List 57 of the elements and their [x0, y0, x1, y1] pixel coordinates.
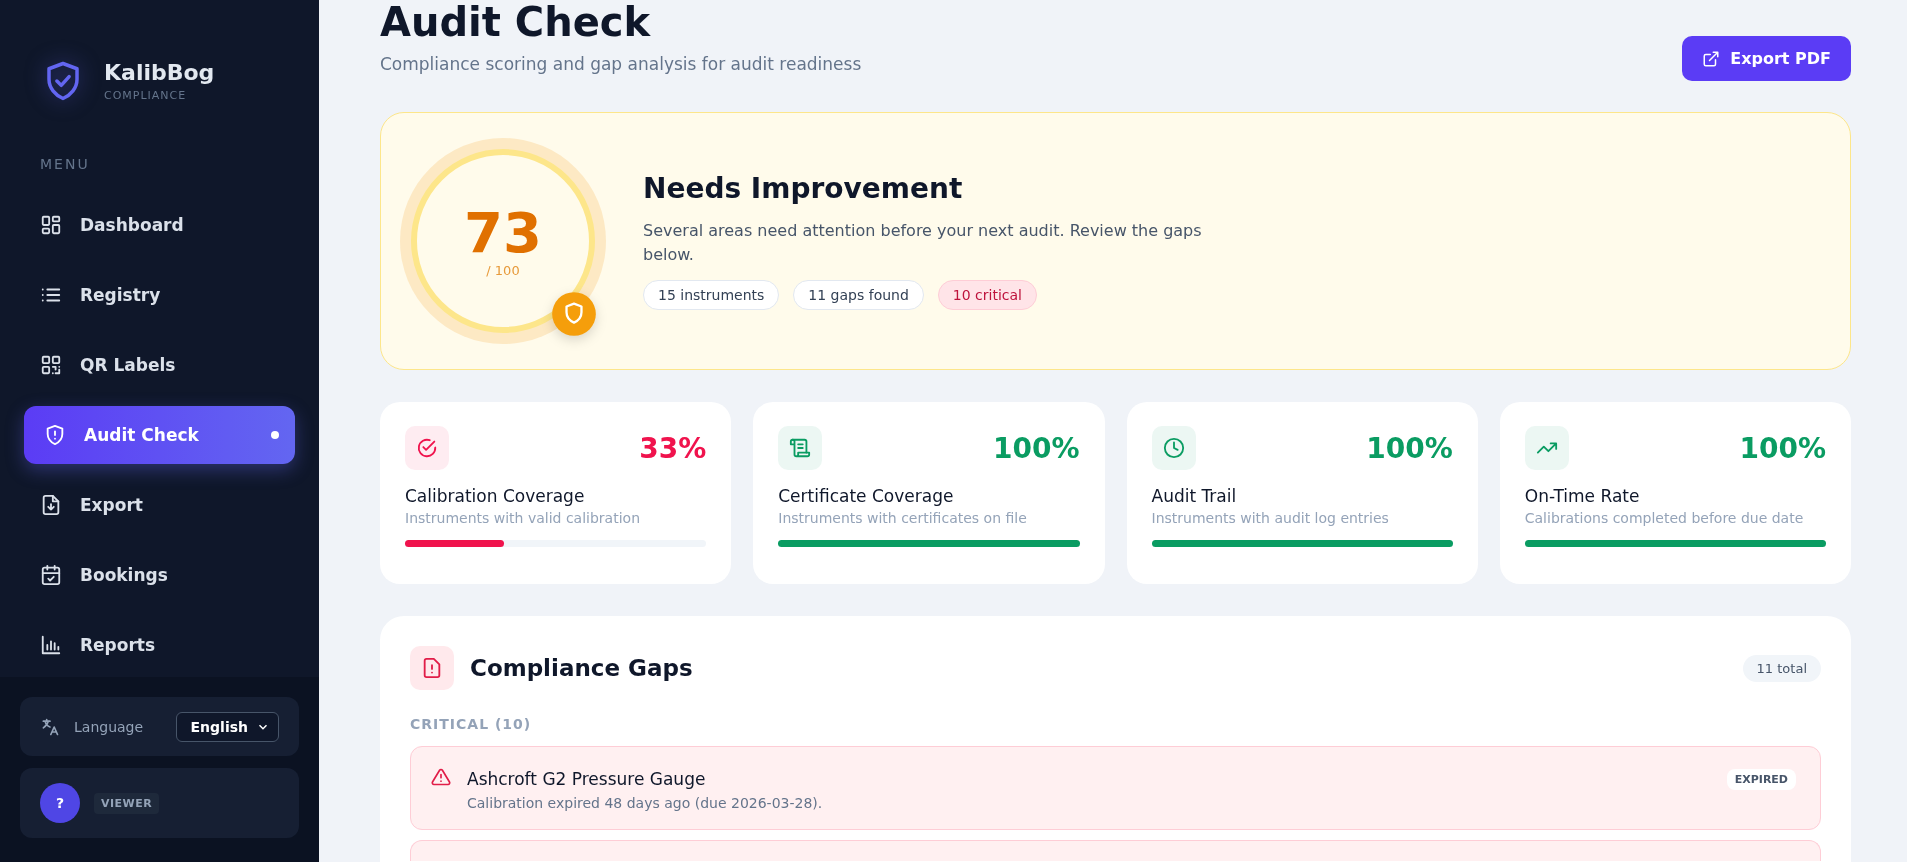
summary-chip: 11 gaps found — [793, 279, 924, 310]
shield-icon — [551, 291, 597, 337]
language-label: Language — [74, 718, 144, 735]
metric-title: Calibration Coverage — [405, 486, 586, 506]
nav-item[interactable]: Audit Check — [24, 406, 295, 464]
external-link-icon — [1702, 49, 1721, 68]
metric-value: 100% — [1366, 431, 1453, 465]
chart-icon — [40, 634, 62, 656]
metric-value: 33% — [639, 431, 707, 465]
score-heading: Needs Improvement — [643, 172, 964, 206]
metric-description: Instruments with valid calibration — [405, 510, 641, 526]
nav-item[interactable]: Registry — [24, 266, 295, 324]
metric-title: Audit Trail — [1151, 486, 1238, 506]
nav-item[interactable]: Dashboard — [24, 196, 295, 254]
alert-file-icon — [421, 657, 443, 679]
menu-heading: MENU — [39, 155, 91, 172]
gap-detail: Calibration expired 48 days ago (due 2026-03-28). — [467, 795, 823, 811]
shield-icon — [44, 424, 66, 446]
role-badge: VIEWER — [94, 792, 160, 814]
summary-chip: 10 critical — [937, 279, 1037, 310]
nav-item[interactable]: QR Labels — [24, 336, 295, 394]
brand-name: KalibBog — [104, 60, 215, 85]
total-badge: 11 total — [1742, 654, 1821, 682]
nav-item[interactable]: Export — [24, 476, 295, 534]
translate-icon — [40, 716, 60, 737]
scroll-icon — [789, 437, 812, 459]
metric-description: Instruments with audit log entries — [1151, 510, 1390, 526]
calendar-icon — [40, 564, 62, 586]
metric-description: Instruments with certificates on file — [778, 510, 1028, 526]
check-icon — [416, 437, 438, 459]
export-icon — [40, 494, 62, 516]
page-title: Audit Check — [380, 0, 652, 44]
metric-value: 100% — [993, 431, 1080, 465]
metric-title: Certificate Coverage — [778, 486, 955, 506]
qr-icon — [40, 354, 62, 376]
score-value: 73 — [464, 204, 542, 261]
group-heading: CRITICAL (10) — [410, 716, 533, 732]
summary-chip: 15 instruments — [643, 279, 780, 310]
score-description: Several areas need attention before your next audit. Review the gaps below. — [643, 220, 1203, 266]
export-pdf-button[interactable]: Export PDF — [1682, 36, 1851, 81]
gap-title: Ashcroft G2 Pressure Gauge — [467, 769, 707, 789]
metric-title: On-Time Rate — [1524, 486, 1641, 506]
metric-description: Calibrations completed before due date — [1524, 510, 1805, 526]
nav-item[interactable]: Reports — [24, 616, 295, 674]
clock-icon — [1162, 437, 1185, 459]
brand-tagline: COMPLIANCE — [104, 89, 188, 102]
active-dot-icon — [271, 431, 279, 439]
language-select[interactable]: English — [175, 711, 279, 742]
dashboard-icon — [40, 214, 62, 236]
nav-item[interactable]: Bookings — [24, 546, 295, 604]
score-max: / 100 — [486, 262, 520, 278]
metric-value: 100% — [1739, 431, 1826, 465]
status-badge: EXPIRED — [1726, 769, 1796, 790]
avatar[interactable]: ? — [40, 783, 80, 823]
page-subtitle: Compliance scoring and gap analysis for audit readiness — [380, 54, 862, 74]
warning-icon — [431, 767, 451, 787]
gaps-title: Compliance Gaps — [470, 655, 693, 681]
